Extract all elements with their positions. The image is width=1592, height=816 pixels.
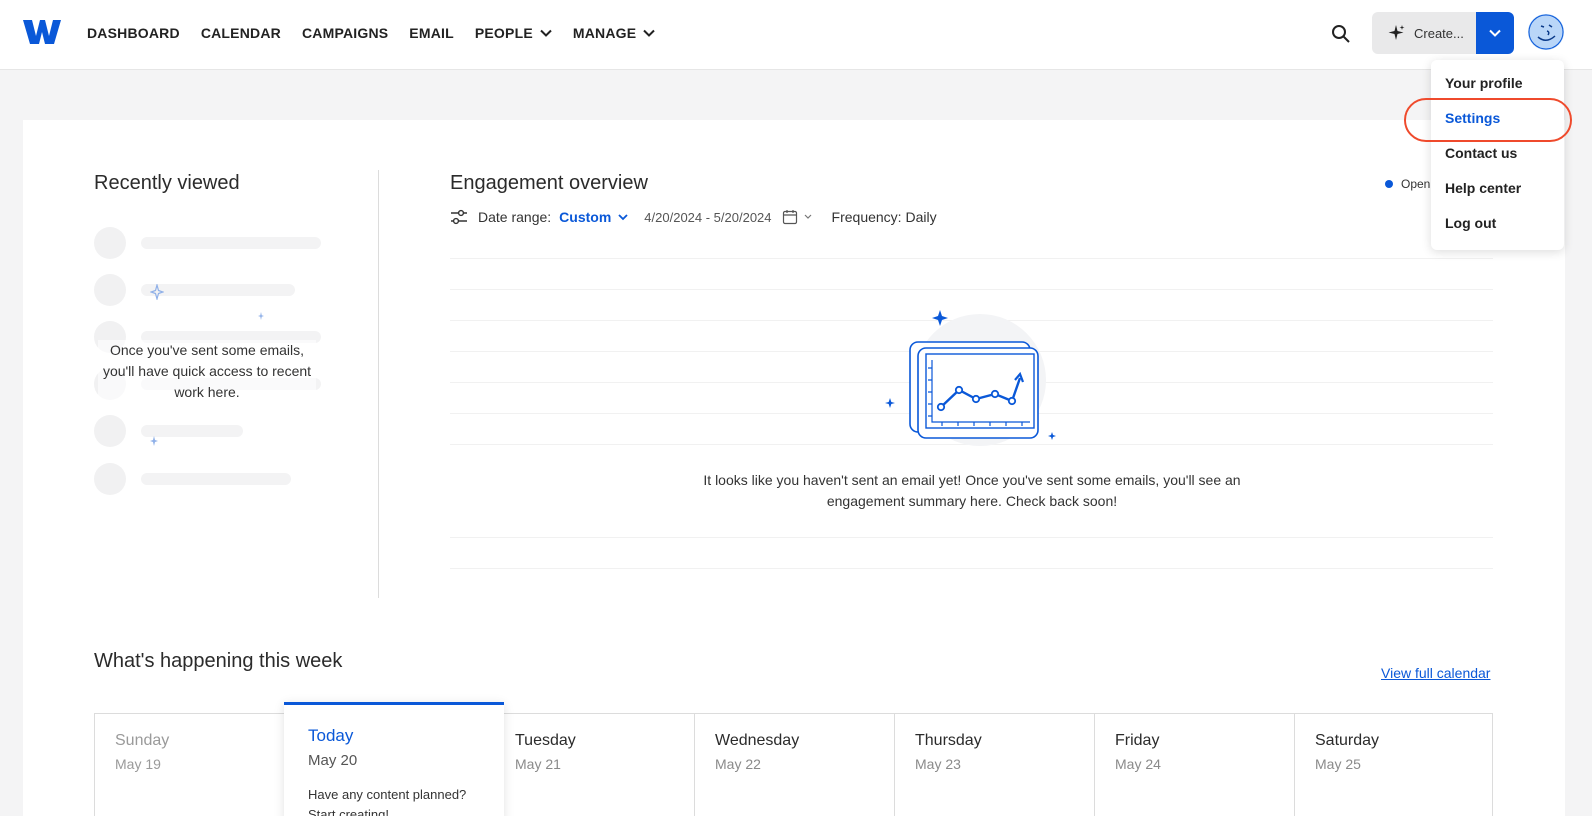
chart-gridline: [450, 537, 1493, 538]
day-cell-today[interactable]: Today May 20 Have any content planned? S…: [284, 702, 504, 816]
today-label: Today: [308, 726, 354, 745]
week-section-title: What's happening this week: [94, 650, 343, 672]
chevron-down-icon: [804, 214, 811, 219]
today-create-prompt[interactable]: Have any content planned? Start creating…: [308, 785, 488, 816]
day-date: May 19: [115, 756, 161, 772]
chevron-down-icon: [618, 213, 628, 220]
chevron-down-icon: [643, 29, 655, 37]
day-cell-friday[interactable]: Friday May 24: [1095, 714, 1295, 816]
date-range-dates: 4/20/2024 - 5/20/2024: [644, 209, 772, 225]
nav-calendar-label: CALENDAR: [200, 25, 281, 41]
day-name: Saturday: [1315, 732, 1380, 749]
avatar[interactable]: [1528, 14, 1564, 50]
avatar-face-icon: [1528, 14, 1564, 50]
day-date: May 21: [515, 756, 561, 772]
day-cell-saturday[interactable]: Saturday May 25: [1295, 714, 1492, 816]
day-cell-sunday[interactable]: Sunday May 19: [95, 714, 295, 816]
day-date: May 23: [915, 756, 961, 772]
legend-open: Open: [1385, 177, 1430, 191]
menu-item-help-center[interactable]: Help center: [1445, 180, 1521, 196]
create-button-label: Create...: [1414, 25, 1464, 41]
menu-item-log-out[interactable]: Log out: [1445, 215, 1496, 231]
menu-item-contact-us[interactable]: Contact us: [1445, 145, 1517, 161]
nav-email[interactable]: EMAIL: [409, 25, 454, 41]
legend-open-label: Open: [1401, 177, 1431, 191]
day-name: Tuesday: [515, 732, 576, 749]
day-date: May 25: [1315, 756, 1361, 772]
menu-item-settings[interactable]: Settings: [1445, 110, 1500, 126]
menu-item-your-profile[interactable]: Your profile: [1445, 75, 1523, 91]
day-name: Thursday: [915, 732, 982, 749]
nav-dashboard-label: DASHBOARD: [87, 25, 180, 41]
chart-gridline: [450, 568, 1493, 569]
nav-manage[interactable]: MANAGE: [573, 25, 655, 41]
brand-logo[interactable]: [22, 17, 62, 47]
create-button[interactable]: Create...: [1372, 12, 1476, 54]
recently-viewed-title: Recently viewed: [94, 172, 240, 194]
nav-email-label: EMAIL: [409, 25, 454, 41]
day-date: May 22: [715, 756, 761, 772]
sparkle-icon: [150, 436, 158, 446]
day-cell-thursday[interactable]: Thursday May 23: [895, 714, 1095, 816]
nav-dashboard[interactable]: DASHBOARD: [87, 25, 180, 41]
chevron-down-icon: [1489, 29, 1501, 37]
placeholder-line: [141, 473, 291, 485]
date-picker-button[interactable]: [782, 209, 812, 225]
nav-manage-label: MANAGE: [572, 25, 637, 41]
day-name: Sunday: [115, 732, 170, 749]
sparkle-icon: [1388, 25, 1405, 40]
top-navigation-bar: DASHBOARD CALENDAR CAMPAIGNS EMAIL PEOPL…: [0, 0, 1592, 70]
nav-people-label: PEOPLE: [474, 25, 533, 41]
day-name: Friday: [1115, 732, 1160, 749]
placeholder-avatar: [94, 274, 126, 306]
today-date: May 20: [308, 752, 358, 769]
search-icon[interactable]: [1330, 23, 1352, 45]
day-date: May 24: [1115, 756, 1161, 772]
placeholder-avatar: [94, 227, 126, 259]
main-nav: DASHBOARD CALENDAR CAMPAIGNS EMAIL PEOPL…: [87, 0, 676, 66]
legend-open-swatch: [1385, 180, 1393, 188]
nav-people[interactable]: PEOPLE: [475, 25, 552, 41]
engagement-chart-illustration: [885, 310, 1056, 446]
date-range-dropdown[interactable]: Custom: [559, 209, 628, 225]
date-range-label: Date range:: [478, 209, 552, 225]
placeholder-avatar: [94, 463, 126, 495]
view-full-calendar-link[interactable]: View full calendar: [1381, 665, 1490, 681]
chart-gridline: [450, 258, 1493, 259]
recently-viewed-empty-message: Once you've sent some emails, you'll hav…: [98, 340, 316, 403]
date-range-value: Custom: [559, 209, 612, 225]
sparkle-icon: [258, 312, 264, 320]
sliders-icon[interactable]: [450, 209, 468, 225]
placeholder-line: [141, 284, 295, 296]
engagement-overview-title: Engagement overview: [450, 172, 648, 194]
placeholder-avatar: [94, 415, 126, 447]
nav-campaigns-label: CAMPAIGNS: [301, 25, 389, 41]
nav-campaigns[interactable]: CAMPAIGNS: [302, 25, 388, 41]
create-dropdown-toggle[interactable]: [1476, 12, 1514, 54]
nav-calendar[interactable]: CALENDAR: [201, 25, 281, 41]
day-cell-wednesday[interactable]: Wednesday May 22: [695, 714, 895, 816]
placeholder-line: [141, 237, 321, 249]
calendar-icon: [782, 210, 797, 225]
engagement-empty-message: It looks like you haven't sent an email …: [703, 472, 1241, 509]
profile-menu: Your profile Settings Contact us Help ce…: [1431, 60, 1564, 250]
chart-gridline: [450, 289, 1493, 290]
frequency-label: Frequency: Daily: [831, 209, 937, 225]
engagement-filters: Date range: Custom 4/20/2024 - 5/20/2024…: [450, 206, 937, 228]
sparkle-icon: [150, 284, 164, 300]
day-cell-tuesday[interactable]: Tuesday May 21: [495, 714, 695, 816]
section-divider: [378, 170, 379, 598]
chevron-down-icon: [540, 29, 552, 37]
day-name: Wednesday: [715, 732, 800, 749]
